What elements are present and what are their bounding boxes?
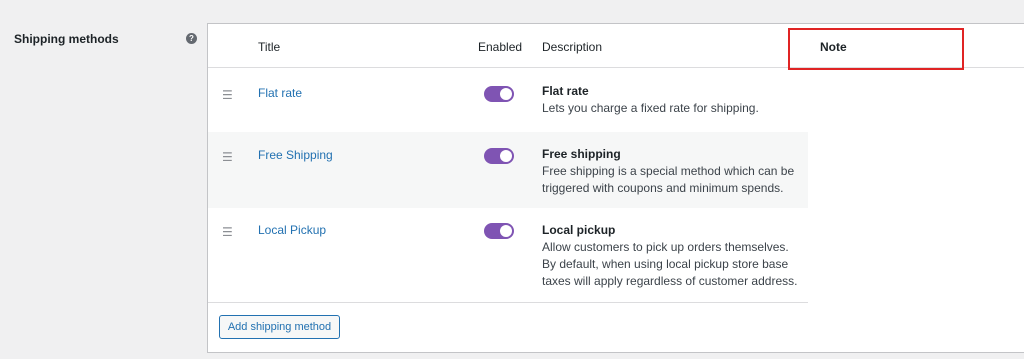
enabled-toggle[interactable] bbox=[484, 86, 514, 102]
description-title: Flat rate bbox=[542, 84, 589, 98]
drag-handle-icon[interactable]: ☰ bbox=[222, 150, 233, 164]
header-description: Description bbox=[542, 40, 603, 54]
table-row: ☰ Flat rate Flat rate Lets you charge a … bbox=[208, 68, 808, 132]
enabled-toggle[interactable] bbox=[484, 148, 514, 164]
method-title-link[interactable]: Flat rate bbox=[258, 86, 302, 100]
method-title-link[interactable]: Free Shipping bbox=[258, 148, 333, 162]
method-description: Free shipping Free shipping is a special… bbox=[542, 146, 804, 197]
description-title: Free shipping bbox=[542, 147, 621, 161]
help-icon[interactable]: ? bbox=[186, 33, 197, 44]
method-description: Local pickup Allow customers to pick up … bbox=[542, 222, 804, 290]
table-row: ☰ Local Pickup Local pickup Allow custom… bbox=[208, 208, 808, 303]
header-title: Title bbox=[258, 40, 281, 54]
description-text: Allow customers to pick up orders themse… bbox=[542, 240, 798, 288]
description-title: Local pickup bbox=[542, 223, 616, 237]
drag-handle-icon[interactable]: ☰ bbox=[222, 225, 233, 239]
note-highlight-box bbox=[788, 28, 964, 70]
description-text: Free shipping is a special method which … bbox=[542, 164, 795, 195]
method-description: Flat rate Lets you charge a fixed rate f… bbox=[542, 83, 804, 117]
table-header: Title Enabled Description Note bbox=[208, 24, 1024, 70]
add-shipping-method-button[interactable]: Add shipping method bbox=[219, 315, 340, 339]
table-row: ☰ Free Shipping Free shipping Free shipp… bbox=[208, 132, 808, 208]
field-label: Shipping methods bbox=[14, 32, 119, 46]
description-text: Lets you charge a fixed rate for shippin… bbox=[542, 101, 759, 115]
shipping-methods-panel: Title Enabled Description Note ☰ Flat ra… bbox=[207, 23, 1024, 353]
header-enabled: Enabled bbox=[478, 40, 523, 54]
drag-handle-icon[interactable]: ☰ bbox=[222, 88, 233, 102]
method-title-link[interactable]: Local Pickup bbox=[258, 223, 326, 237]
enabled-toggle[interactable] bbox=[484, 223, 514, 239]
